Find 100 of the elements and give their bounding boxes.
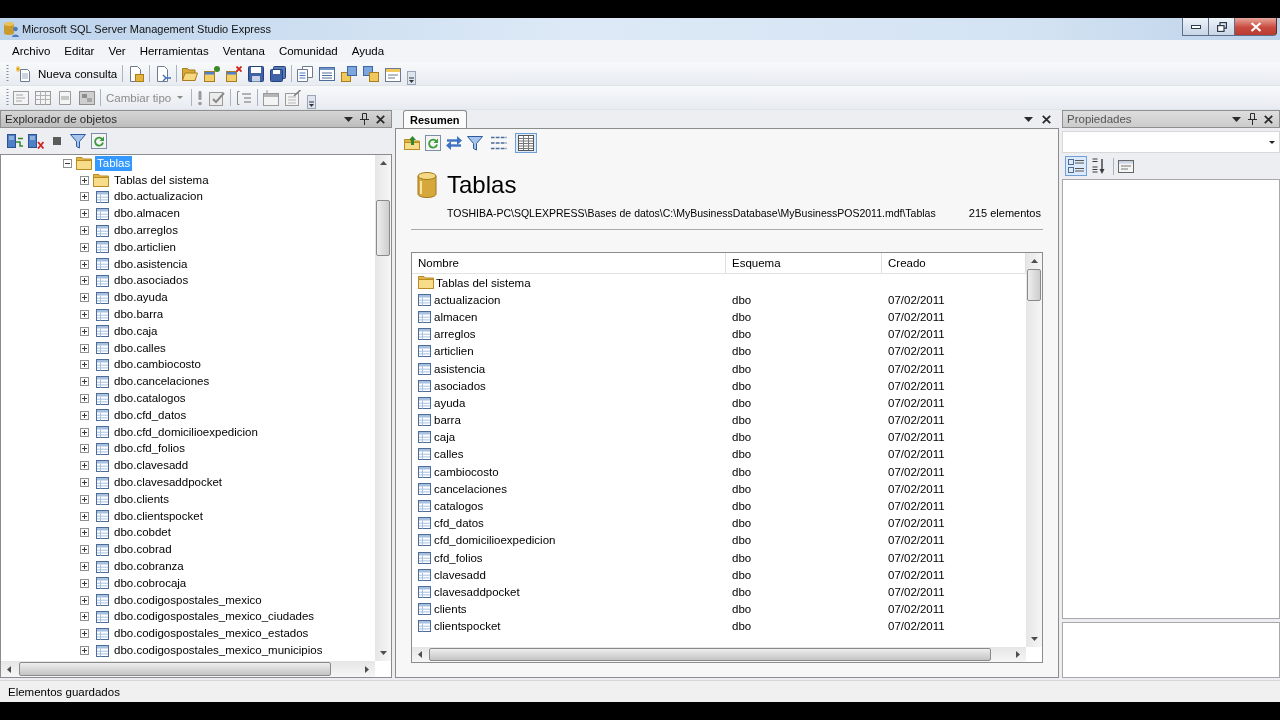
scroll-thumb[interactable] (429, 648, 991, 661)
expand-icon[interactable] (80, 394, 89, 404)
arrow-left-icon[interactable] (418, 651, 422, 658)
minimize-button[interactable] (1182, 18, 1208, 36)
list-row[interactable]: cfd_domicilioexpedicion dbo 07/02/2011 (412, 531, 1026, 549)
tree-item[interactable]: dbo.cobdet (112, 525, 173, 541)
menu-item[interactable]: Herramientas (132, 45, 216, 57)
list-row[interactable]: cancelaciones dbo 07/02/2011 (412, 480, 1026, 498)
list-icon[interactable] (319, 65, 336, 82)
window-icon[interactable] (204, 65, 221, 82)
dropdown-icon[interactable] (344, 116, 353, 122)
expand-icon[interactable] (80, 226, 89, 236)
list-row[interactable]: asociados dbo 07/02/2011 (412, 377, 1026, 395)
close-icon[interactable] (1042, 114, 1051, 124)
menu-item[interactable]: Editar (57, 45, 102, 57)
list-row[interactable]: cfd_datos dbo 07/02/2011 (412, 514, 1026, 532)
expand-icon[interactable] (80, 192, 89, 202)
expand-icon[interactable] (80, 209, 89, 219)
tree-item[interactable]: dbo.asistencia (112, 256, 190, 272)
filter-icon[interactable] (467, 135, 483, 151)
list-row[interactable]: almacen dbo 07/02/2011 (412, 308, 1026, 326)
menu-item[interactable]: Archivo (5, 45, 58, 57)
menu-item[interactable]: Ver (101, 45, 133, 57)
collapse-icon[interactable] (63, 158, 72, 168)
arrow-down-icon[interactable] (379, 651, 387, 655)
close-icon[interactable] (376, 114, 385, 124)
server-connect-icon[interactable] (7, 133, 23, 149)
tree-item[interactable]: dbo.actualizacion (112, 189, 205, 205)
arrow-up-icon[interactable] (1030, 259, 1038, 263)
expand-icon[interactable] (80, 276, 89, 286)
restore-button[interactable] (1208, 18, 1234, 36)
close-button[interactable] (1234, 18, 1277, 36)
expand-icon[interactable] (80, 259, 89, 269)
list-row[interactable]: catalogos dbo 07/02/2011 (412, 497, 1026, 515)
text-window-icon[interactable] (13, 89, 29, 106)
tree-item[interactable]: dbo.clavesadd (112, 458, 191, 474)
expand-icon[interactable] (80, 562, 89, 571)
new-query-button[interactable]: Nueva consulta (10, 63, 121, 84)
blocks-icon[interactable] (79, 89, 95, 106)
expand-icon[interactable] (80, 427, 89, 437)
arrow-down-icon[interactable] (1030, 637, 1038, 641)
squares-icon[interactable] (341, 65, 358, 82)
arrow-right-icon[interactable] (1016, 651, 1020, 658)
tree-item[interactable]: dbo.ayuda (112, 290, 170, 306)
list-row[interactable]: articlien dbo 07/02/2011 (412, 342, 1026, 360)
expand-icon[interactable] (80, 360, 89, 370)
expand-icon[interactable] (80, 545, 89, 555)
tree-item[interactable]: dbo.asociados (112, 273, 191, 289)
table-icon[interactable] (263, 89, 280, 106)
arrow-right-icon[interactable] (365, 665, 369, 673)
list-row[interactable]: clavesaddpocket dbo 07/02/2011 (412, 583, 1026, 601)
column-header[interactable]: Esquema (726, 253, 882, 273)
exclamation-icon[interactable] (197, 89, 204, 106)
arrow-left-icon[interactable] (7, 665, 11, 673)
list-row[interactable]: cambiocosto dbo 07/02/2011 (412, 463, 1026, 481)
document-icon[interactable] (128, 65, 145, 82)
vertical-scrollbar[interactable] (1026, 253, 1042, 647)
pin-icon[interactable] (360, 113, 369, 125)
tree-item[interactable]: Tablas del sistema (112, 172, 211, 188)
vertical-scrollbar[interactable] (375, 155, 391, 661)
tree-item[interactable]: dbo.arreglos (112, 223, 180, 239)
menu-item[interactable]: Ventana (215, 45, 272, 57)
expand-icon[interactable] (80, 410, 89, 420)
dropdown-icon[interactable] (1232, 116, 1241, 122)
tree-item[interactable]: dbo.codigospostales_mexico (112, 592, 264, 608)
list-row[interactable]: Tablas del sistema (412, 274, 1026, 292)
column-header[interactable]: Nombre (412, 253, 726, 273)
list-row[interactable]: clientspocket dbo 07/02/2011 (412, 617, 1026, 635)
tree-item[interactable]: dbo.clients (112, 491, 171, 507)
tree-item[interactable]: dbo.almacen (112, 206, 182, 222)
tree-item[interactable]: dbo.cobrad (112, 542, 174, 558)
sync-arrows-icon[interactable] (446, 136, 462, 150)
expand-icon[interactable] (80, 578, 89, 588)
pin-icon[interactable] (1248, 113, 1257, 125)
table-edit-icon[interactable] (285, 89, 302, 106)
menu-item[interactable]: Ayuda (344, 45, 392, 57)
expand-icon[interactable] (80, 175, 89, 185)
list-row[interactable]: clients dbo 07/02/2011 (412, 600, 1026, 618)
list-row[interactable]: actualizacion dbo 07/02/2011 (412, 291, 1026, 309)
horizontal-scrollbar[interactable] (412, 647, 1026, 662)
expand-icon[interactable] (80, 528, 89, 538)
refresh-icon[interactable] (425, 135, 441, 151)
property-pages-icon[interactable] (1118, 158, 1134, 174)
overflow-icon[interactable] (307, 95, 317, 109)
expand-icon[interactable] (80, 494, 89, 504)
expand-icon[interactable] (80, 511, 89, 521)
expand-icon[interactable] (80, 343, 89, 353)
grip-handle[interactable] (6, 64, 9, 83)
form-icon[interactable] (385, 65, 402, 82)
tree-item[interactable]: dbo.codigospostales_mexico_estados (112, 626, 311, 642)
expand-icon[interactable] (80, 242, 89, 252)
tree-item[interactable]: dbo.clientspocket (112, 508, 205, 524)
summary-tab[interactable]: Resumen (403, 110, 467, 128)
tree-item[interactable]: dbo.barra (112, 307, 166, 323)
tree-item[interactable]: dbo.cambiocosto (112, 357, 203, 373)
expand-icon[interactable] (80, 310, 89, 320)
tree-item[interactable]: dbo.articlien (112, 239, 178, 255)
save-icon[interactable] (248, 65, 265, 82)
dropdown-icon[interactable] (1024, 116, 1033, 122)
tree-item[interactable]: dbo.codigospostales_mexico_ciudades (112, 609, 317, 625)
